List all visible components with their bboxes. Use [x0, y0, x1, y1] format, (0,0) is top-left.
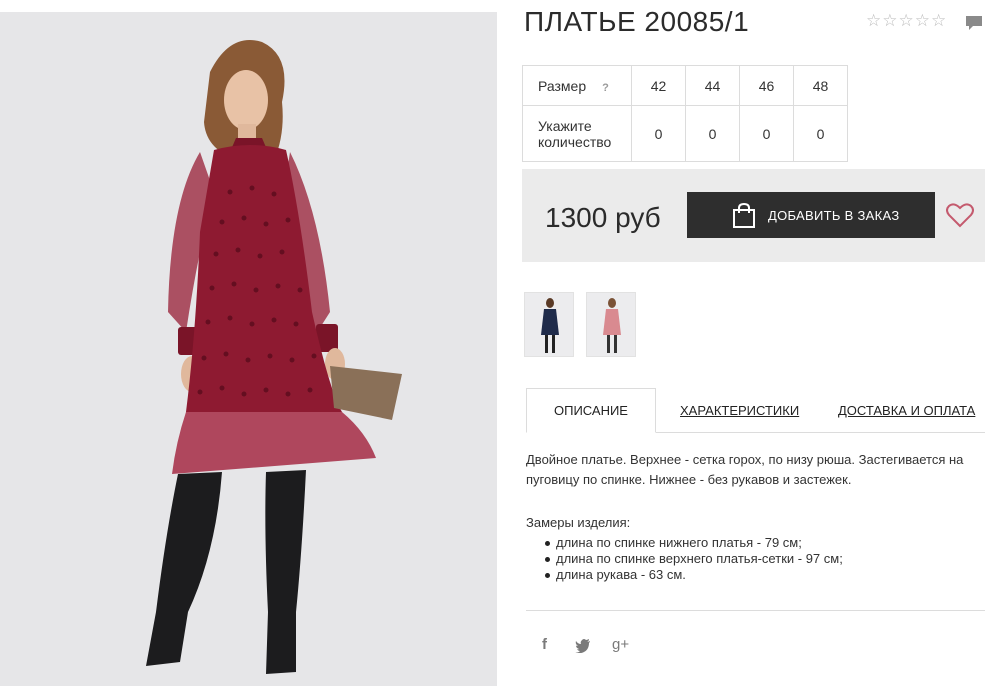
quantity-input-48[interactable]: 0: [793, 105, 848, 162]
size-label: Размер: [538, 77, 587, 94]
tab-characteristics[interactable]: ХАРАКТЕРИСТИКИ: [680, 388, 799, 433]
size-table: Размер? 42 44 46 48 Укажите количество 0…: [522, 65, 848, 162]
add-to-order-button[interactable]: ДОБАВИТЬ В ЗАКАЗ: [687, 192, 935, 238]
facebook-icon[interactable]: f: [542, 636, 547, 653]
product-price: 1300 руб: [545, 202, 661, 233]
list-item: длина рукава - 63 см.: [545, 567, 843, 583]
heart-icon[interactable]: [946, 202, 974, 228]
star-icon[interactable]: ☆: [899, 12, 914, 29]
product-photo[interactable]: [0, 12, 497, 686]
thumbnail-navy-dress[interactable]: [524, 292, 574, 357]
tab-delivery[interactable]: ДОСТАВКА И ОПЛАТА: [838, 388, 975, 433]
comment-icon[interactable]: [965, 15, 983, 31]
add-to-order-label: ДОБАВИТЬ В ЗАКАЗ: [768, 207, 900, 223]
quantity-input-44[interactable]: 0: [685, 105, 740, 162]
list-item: длина по спинке верхнего платья-сетки - …: [545, 551, 843, 567]
size-42: 42: [631, 65, 686, 106]
thumbnail-pink-dress[interactable]: [586, 292, 636, 357]
size-48: 48: [793, 65, 848, 106]
quantity-input-46[interactable]: 0: [739, 105, 794, 162]
google-plus-icon[interactable]: g+: [612, 636, 629, 653]
shopping-bag-icon: [733, 202, 755, 228]
product-tabs: ОПИСАНИЕ ХАРАКТЕРИСТИКИ ДОСТАВКА И ОПЛАТ…: [526, 388, 985, 433]
quantity-label: Укажите количество: [522, 105, 632, 162]
price-bar: 1300 руб ДОБАВИТЬ В ЗАКАЗ: [522, 169, 985, 262]
star-icon[interactable]: ☆: [882, 12, 897, 29]
product-title: ПЛАТЬЕ 20085/1: [524, 6, 750, 37]
twitter-icon[interactable]: [575, 639, 591, 653]
star-icon[interactable]: ☆: [931, 12, 946, 29]
description-text: Двойное платье. Верхнее - сетка горох, п…: [526, 452, 964, 487]
size-46: 46: [739, 65, 794, 106]
divider: [526, 610, 985, 611]
measurements-heading: Замеры изделия:: [526, 515, 631, 530]
star-icon[interactable]: ☆: [866, 12, 881, 29]
measurements-list: длина по спинке нижнего платья - 79 см; …: [545, 535, 843, 583]
rating-stars[interactable]: ☆ ☆ ☆ ☆ ☆: [866, 12, 946, 29]
help-icon[interactable]: ?: [602, 82, 609, 94]
size-44: 44: [685, 65, 740, 106]
list-item: длина по спинке нижнего платья - 79 см;: [545, 535, 843, 551]
star-icon[interactable]: ☆: [915, 12, 930, 29]
quantity-input-42[interactable]: 0: [631, 105, 686, 162]
tab-description[interactable]: ОПИСАНИЕ: [526, 388, 656, 433]
